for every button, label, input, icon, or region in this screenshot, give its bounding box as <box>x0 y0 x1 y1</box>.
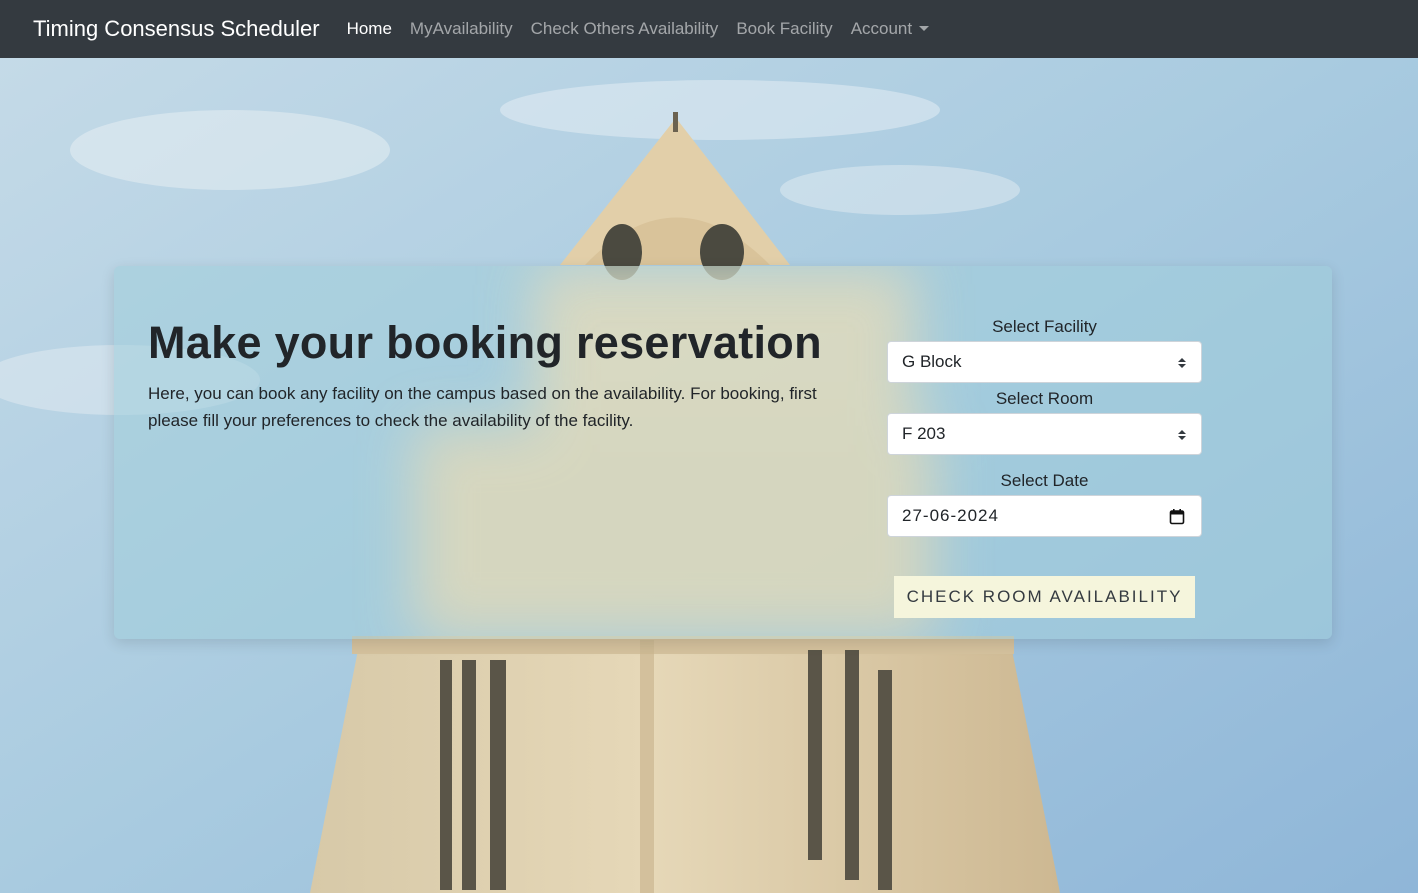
date-input[interactable]: 27-06-2024 <box>887 495 1202 537</box>
date-input-value: 27-06-2024 <box>902 506 999 525</box>
check-room-availability-button[interactable]: CHECK ROOM AVAILABILITY <box>894 576 1195 618</box>
nav-my-availability[interactable]: MyAvailability <box>410 19 513 39</box>
brand-link[interactable]: Timing Consensus Scheduler <box>33 16 320 42</box>
facility-select-value: G Block <box>902 352 962 371</box>
page-description: Here, you can book any facility on the c… <box>148 383 817 430</box>
caret-down-icon <box>919 26 930 31</box>
nav-account-dropdown[interactable]: Account <box>850 19 930 39</box>
booking-card: Make your booking reservation Here, you … <box>114 266 1332 639</box>
page-title: Make your booking reservation <box>148 317 822 368</box>
select-arrows-icon <box>1178 430 1186 440</box>
nav-account-label: Account <box>850 19 913 38</box>
room-select-value: F 203 <box>902 424 946 443</box>
room-select[interactable]: F 203 <box>887 413 1202 455</box>
facility-label: Select Facility <box>992 317 1097 336</box>
date-label: Select Date <box>1000 471 1089 490</box>
nav-book-facility[interactable]: Book Facility <box>736 19 832 39</box>
facility-select[interactable]: G Block <box>887 341 1202 383</box>
booking-form: Select Facility G Block Select Room F 20… <box>887 316 1202 537</box>
top-navbar: Timing Consensus Scheduler Home MyAvaila… <box>0 0 1418 58</box>
room-label: Select Room <box>995 389 1094 408</box>
calendar-icon[interactable] <box>1169 508 1185 525</box>
select-arrows-icon <box>1178 358 1186 368</box>
nav-home[interactable]: Home <box>347 19 392 39</box>
nav-check-others-availability[interactable]: Check Others Availability <box>531 19 719 39</box>
intro-section: Make your booking reservation Here, you … <box>148 318 838 434</box>
